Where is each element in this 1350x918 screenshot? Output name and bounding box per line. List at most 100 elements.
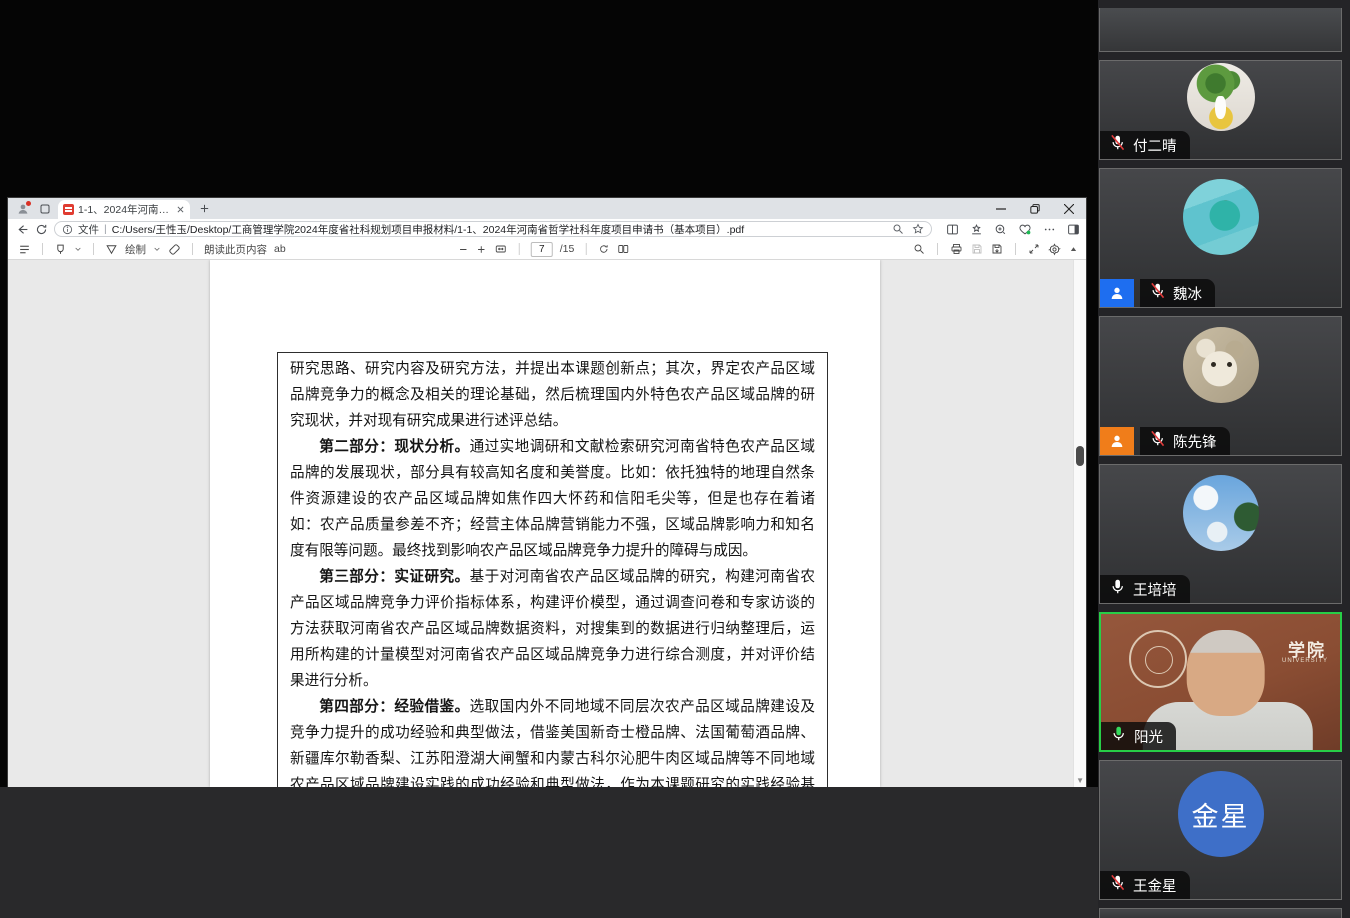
avatar-initials: 金星: [1192, 795, 1250, 834]
new-tab-button[interactable]: [196, 201, 212, 217]
participants-sidebar: 付二晴 魏冰: [1098, 0, 1350, 918]
tab-actions-menu-icon[interactable]: [36, 201, 54, 217]
profile-icon[interactable]: [14, 201, 32, 217]
participant-avatar: [1183, 179, 1259, 255]
chevron-down-icon[interactable]: [74, 245, 82, 253]
participant-tile[interactable]: 王培培: [1099, 464, 1342, 604]
minimize-button[interactable]: [984, 198, 1018, 219]
copilot-sidebar-icon[interactable]: [1067, 223, 1080, 236]
participant-avatar: [1183, 327, 1259, 403]
participant-avatar: [1187, 63, 1255, 131]
paragraph-lead: 第二部分：现状分析。: [319, 439, 469, 455]
paragraph-lead: 第四部分：经验借鉴。: [319, 699, 469, 715]
document-paragraph: 第三部分：实证研究。基于对河南省农产品区域品牌的研究，构建河南省农产品区域品牌竞…: [290, 564, 815, 694]
mic-status-icon: [1109, 874, 1126, 896]
document-paragraph: 第四部分：经验借鉴。选取国内外不同地域不同层次农产品区域品牌建设及竞争力提升的成…: [290, 694, 815, 787]
mic-status-icon: [1149, 430, 1166, 452]
split-screen-icon[interactable]: [946, 223, 959, 236]
add-text-button[interactable]: ab: [274, 243, 286, 255]
participant-name: 魏冰: [1173, 283, 1202, 304]
eraser-icon[interactable]: [168, 243, 181, 256]
pdf-content-area[interactable]: 研究思路、研究内容及研究方法，并提出本课题创新点；其次，界定农产品区域品牌竞争力…: [8, 260, 1086, 787]
document-paragraph: 第二部分：现状分析。通过实地调研和文献检索研究河南省特色农产品区域品牌的发展现状…: [290, 434, 815, 564]
browser-essentials-icon[interactable]: [1018, 223, 1032, 236]
back-icon[interactable]: [16, 221, 29, 237]
url-field[interactable]: 文件 | C:/Users/王性玉/Desktop/工商管理学院2024年度省社…: [54, 221, 932, 237]
refresh-icon[interactable]: [35, 221, 48, 237]
paragraph-lead: 第三部分：实证研究。: [319, 569, 469, 585]
collections-icon[interactable]: [970, 223, 983, 236]
url-scheme-label: 文件: [78, 222, 99, 237]
print-icon[interactable]: [950, 243, 963, 255]
address-bar-actions: [946, 223, 1080, 236]
window-controls: [984, 198, 1086, 219]
save-icon: [971, 243, 983, 255]
address-bar: 文件 | C:/Users/王性玉/Desktop/工商管理学院2024年度省社…: [8, 219, 1086, 239]
zoom-in-icon[interactable]: [476, 244, 487, 255]
partial-participant-tile-bottom: [1099, 908, 1342, 918]
fullscreen-icon[interactable]: [1028, 243, 1040, 255]
screen-share-stage: 1-1、2024年河南省哲学社科年度... 文件 | C:/Users/王性玉/…: [0, 0, 1098, 918]
partial-participant-tile-top: [1099, 8, 1342, 52]
participant-name: 陈先锋: [1173, 431, 1217, 452]
extensions-icon[interactable]: [994, 223, 1007, 236]
draw-label[interactable]: 绘制: [125, 242, 146, 257]
pdf-scrollbar[interactable]: ▼: [1073, 260, 1086, 787]
participant-avatar: [1183, 475, 1259, 551]
role-badge: [1100, 279, 1134, 307]
file-info-icon[interactable]: [62, 224, 73, 235]
zoom-page-icon[interactable]: [892, 223, 904, 235]
page-total-label: /15: [560, 243, 575, 255]
read-aloud-button[interactable]: 朗读此页内容: [204, 242, 267, 257]
pdf-page: 研究思路、研究内容及研究方法，并提出本课题创新点；其次，界定农产品区域品牌竞争力…: [210, 260, 880, 787]
participant-avatar: 金星: [1178, 771, 1264, 857]
zoom-out-icon[interactable]: [458, 244, 469, 255]
university-seal-logo: [1129, 630, 1187, 688]
close-window-button[interactable]: [1052, 198, 1086, 219]
mic-status-icon: [1109, 578, 1126, 600]
browser-tab-strip: 1-1、2024年河南省哲学社科年度...: [8, 198, 1086, 219]
scroll-up-icon[interactable]: [1069, 245, 1078, 254]
paragraph-text: 通过实地调研和文献检索研究河南省特色农产品区域品牌的发展现状，部分具有较高知名度…: [290, 439, 815, 559]
mic-status-icon: [1110, 725, 1127, 747]
document-text-block: 研究思路、研究内容及研究方法，并提出本课题创新点；其次，界定农产品区域品牌竞争力…: [277, 352, 828, 787]
participant-tiles: 付二晴 魏冰: [1098, 0, 1350, 918]
rotate-icon[interactable]: [597, 243, 609, 255]
restore-button[interactable]: [1018, 198, 1052, 219]
highlighter-icon[interactable]: [54, 243, 67, 256]
stage-bottom-strip: [0, 787, 1098, 918]
pdf-scrollbar-thumb[interactable]: [1076, 446, 1084, 466]
tab-title: 1-1、2024年河南省哲学社科年度...: [78, 202, 172, 217]
participant-tile[interactable]: 付二晴: [1099, 60, 1342, 160]
save-as-icon[interactable]: [991, 243, 1003, 255]
browser-window: 1-1、2024年河南省哲学社科年度... 文件 | C:/Users/王性玉/…: [8, 198, 1086, 787]
search-document-icon[interactable]: [913, 243, 925, 255]
draw-pen-icon[interactable]: [105, 243, 118, 256]
backdrop-subtext: UNIVERSITY: [1282, 658, 1328, 664]
browser-tab[interactable]: 1-1、2024年河南省哲学社科年度...: [58, 200, 190, 219]
participant-name-badge: 王培培: [1100, 575, 1190, 603]
scroll-down-icon[interactable]: ▼: [1076, 776, 1084, 785]
toc-icon[interactable]: [18, 243, 31, 256]
participant-tile[interactable]: 学院UNIVERSITY 阳光: [1099, 612, 1342, 752]
fit-to-width-icon[interactable]: [494, 243, 508, 255]
pdf-page-controls: /15: [458, 242, 630, 257]
participant-tile[interactable]: 魏冰: [1099, 168, 1342, 308]
tab-close-icon[interactable]: [176, 205, 185, 214]
page-number-input[interactable]: [531, 242, 553, 257]
participant-name: 阳光: [1134, 726, 1163, 747]
url-text: C:/Users/王性玉/Desktop/工商管理学院2024年度省社科规划项目…: [112, 222, 887, 237]
pdf-favicon: [63, 204, 74, 215]
participant-name: 付二晴: [1133, 135, 1177, 156]
participant-name-badge: 付二晴: [1100, 131, 1190, 159]
paragraph-text: 基于对河南省农产品区域品牌的研究，构建河南省农产品区域品牌竞争力评价指标体系，构…: [290, 569, 815, 689]
more-menu-icon[interactable]: [1043, 223, 1056, 236]
settings-gear-icon[interactable]: [1048, 243, 1061, 256]
page-view-icon[interactable]: [616, 243, 629, 255]
participant-name: 王金星: [1133, 875, 1177, 896]
favorite-star-icon[interactable]: [912, 223, 924, 235]
chevron-down-icon[interactable]: [153, 245, 161, 253]
participant-tile[interactable]: 陈先锋: [1099, 316, 1342, 456]
participant-tile[interactable]: 金星 王金星: [1099, 760, 1342, 900]
mic-status-icon: [1149, 282, 1166, 304]
